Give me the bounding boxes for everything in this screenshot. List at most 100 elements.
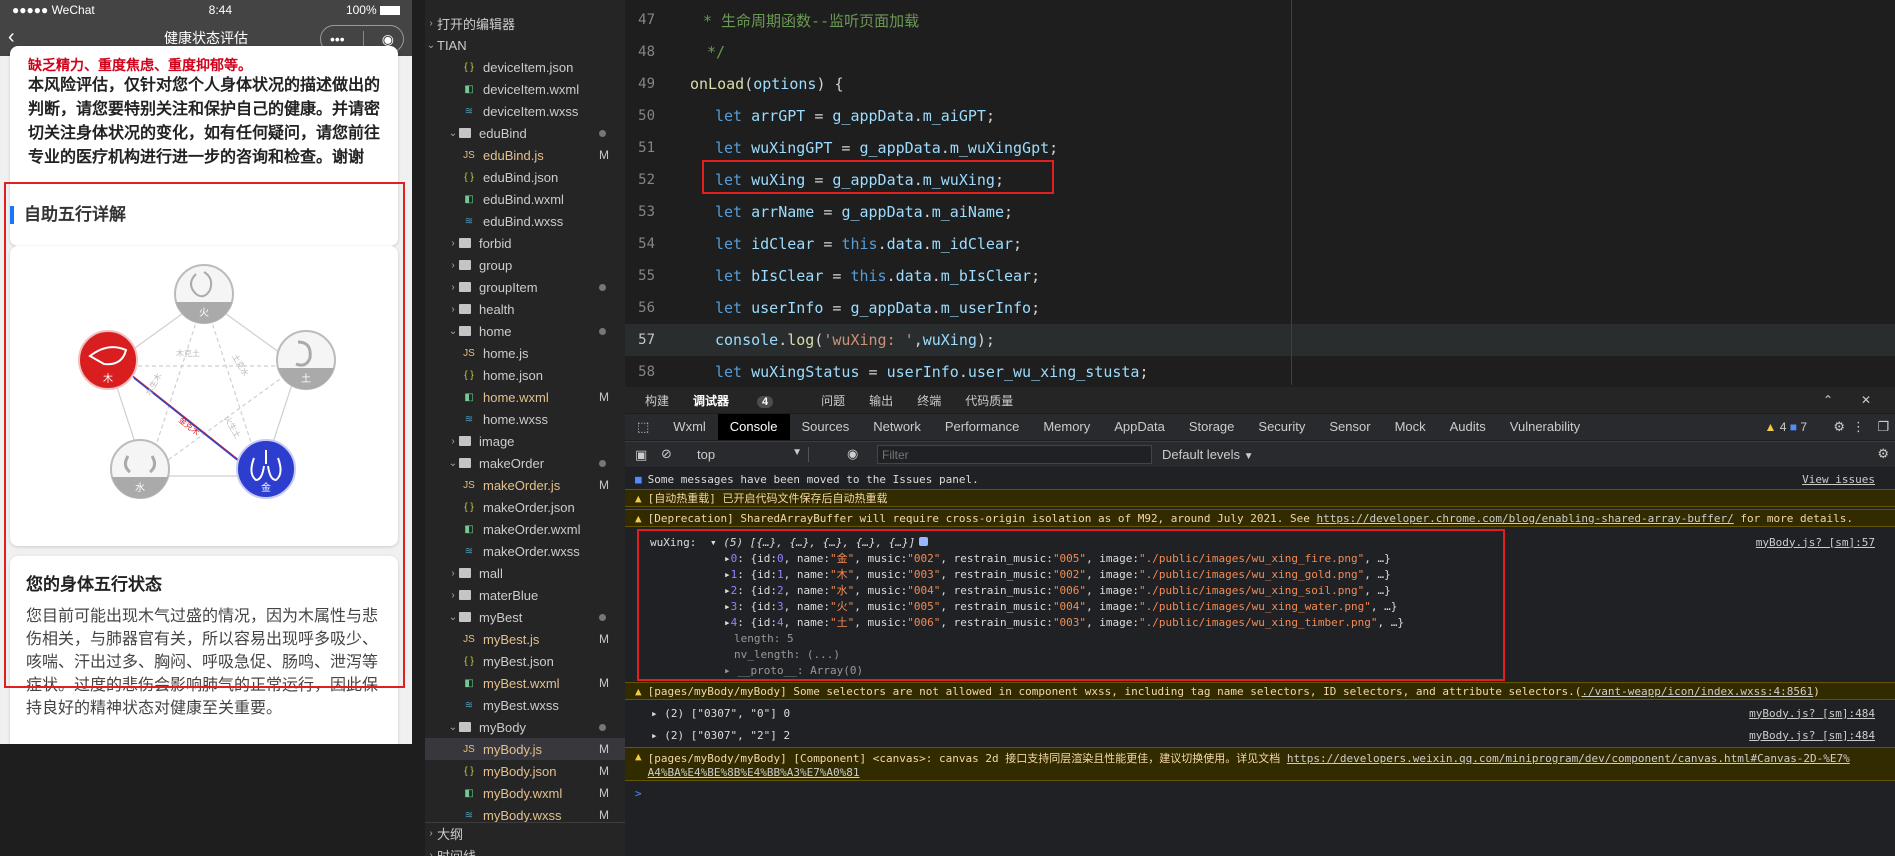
file-item[interactable]: { } myBest.json <box>425 650 625 672</box>
back-arrow-icon[interactable]: ‹ <box>8 26 15 49</box>
code-line[interactable]: 53 let arrName = g_appData.m_aiName; <box>625 196 1895 228</box>
file-item[interactable]: ◧ deviceItem.wxml <box>425 78 625 100</box>
code-line[interactable]: 56 let userInfo = g_appData.m_userInfo; <box>625 292 1895 324</box>
tab-performance[interactable]: Performance <box>933 414 1031 440</box>
open-editors-header[interactable]: › 打开的编辑器 <box>425 12 625 34</box>
changes-dot-icon <box>599 328 606 335</box>
file-item[interactable]: JS makeOrder.js M <box>425 474 625 496</box>
timeline-section[interactable]: › 时间线 <box>425 844 625 856</box>
workspace-root[interactable]: ⌄ TIAN <box>425 34 625 56</box>
tab-vulnerability[interactable]: Vulnerability <box>1498 414 1592 440</box>
tab-mock[interactable]: Mock <box>1383 414 1438 440</box>
folder-item[interactable]: › group <box>425 254 625 276</box>
settings-gear-icon[interactable]: ⚙ <box>1833 419 1845 435</box>
eye-icon[interactable]: ◉ <box>847 446 858 462</box>
code-line[interactable]: 54 let idClear = this.data.m_idClear; <box>625 228 1895 260</box>
code-line[interactable]: 55 let bIsClear = this.data.m_bIsClear; <box>625 260 1895 292</box>
file-item[interactable]: ◧ home.wxml M <box>425 386 625 408</box>
file-item[interactable]: ≋ makeOrder.wxss <box>425 540 625 562</box>
dock-icon[interactable]: ❐ <box>1877 419 1889 435</box>
folder-item[interactable]: › groupItem <box>425 276 625 298</box>
tab-audits[interactable]: Audits <box>1438 414 1498 440</box>
file-item[interactable]: ◧ eduBind.wxml <box>425 188 625 210</box>
file-item[interactable]: JS myBody.js M <box>425 738 625 760</box>
tab-problems[interactable]: 问题 <box>821 392 845 409</box>
console-prompt[interactable]: > <box>625 784 1895 802</box>
folder-item[interactable]: › mall <box>425 562 625 584</box>
code-line[interactable]: 57 console.log('wuXing: ',wuXing); <box>625 324 1895 356</box>
tab-console[interactable]: Console <box>717 414 790 440</box>
tab-terminal[interactable]: 终端 <box>917 392 941 409</box>
folder-item[interactable]: ⌄ myBody <box>425 716 625 738</box>
tab-build[interactable]: 构建 <box>645 392 669 409</box>
kebab-menu-icon[interactable]: ⋮ <box>1852 419 1865 435</box>
tab-sensor[interactable]: Sensor <box>1317 414 1382 440</box>
bottom-panel-tabs: 构建 调试器 4 问题 输出 终端 代码质量 ⌃ ✕ <box>625 387 1895 413</box>
folder-item[interactable]: ⌄ home <box>425 320 625 342</box>
code-line[interactable]: 48 */ <box>625 36 1895 68</box>
file-item[interactable]: ◧ myBody.wxml M <box>425 782 625 804</box>
wuxing-source-link[interactable]: myBody.js? [sm]:57 <box>1756 536 1875 549</box>
filter-input[interactable] <box>877 445 1152 464</box>
sidebar-toggle-icon[interactable]: ▣ <box>635 447 647 463</box>
file-item[interactable]: { } myBody.json M <box>425 760 625 782</box>
file-name: makeOrder.json <box>483 499 575 515</box>
console-settings-icon[interactable]: ⚙ <box>1877 446 1889 462</box>
log-source-link[interactable]: myBody.js? [sm]:484 <box>1749 729 1875 742</box>
selector-warning: ▲ [pages/myBody/myBody] Some selectors a… <box>625 682 1895 700</box>
file-item[interactable]: ≋ deviceItem.wxss <box>425 100 625 122</box>
file-item[interactable]: JS home.js <box>425 342 625 364</box>
context-select[interactable]: top ▼ <box>697 447 809 462</box>
tab-sources[interactable]: Sources <box>790 414 862 440</box>
folder-item[interactable]: ⌄ myBest <box>425 606 625 628</box>
selector-source-link[interactable]: ./vant-weapp/icon/index.wxss:4:8561 <box>1581 685 1813 698</box>
folder-item[interactable]: › health <box>425 298 625 320</box>
tab-network[interactable]: Network <box>861 414 933 440</box>
close-panel-icon[interactable]: ✕ <box>1861 393 1871 407</box>
inspect-element-icon[interactable]: ⬚ <box>625 414 661 440</box>
log-levels-select[interactable]: Default levels ▼ <box>1162 447 1254 462</box>
log-array-2[interactable]: ▸ (2) ["0307", "2"] 2 myBody.js? [sm]:48… <box>625 726 1895 744</box>
file-item[interactable]: ◧ makeOrder.wxml <box>425 518 625 540</box>
outline-section[interactable]: › 大纲 <box>425 822 625 844</box>
tab-storage[interactable]: Storage <box>1177 414 1247 440</box>
issue-counters[interactable]: ▲ 4 ■ 7 <box>1764 420 1807 434</box>
clear-console-icon[interactable]: ⊘ <box>661 446 672 462</box>
maximize-icon[interactable]: ⌃ <box>1823 393 1833 407</box>
folder-item[interactable]: › forbid <box>425 232 625 254</box>
folder-item[interactable]: › materBlue <box>425 584 625 606</box>
view-issues-link[interactable]: View issues <box>1802 473 1875 486</box>
code-line[interactable]: 50 let arrGPT = g_appData.m_aiGPT; <box>625 100 1895 132</box>
deprecation-link[interactable]: https://developer.chrome.com/blog/enabli… <box>1317 512 1734 525</box>
code-line[interactable]: 58 let wuXingStatus = userInfo.user_wu_xi… <box>625 356 1895 385</box>
dropdown-arrow-icon: ▼ <box>792 447 802 458</box>
tab-wxml[interactable]: Wxml <box>661 414 718 440</box>
canvas-doc-link[interactable]: https://developers.weixin.qq.com/minipro… <box>1287 752 1850 765</box>
folder-item[interactable]: ⌄ eduBind <box>425 122 625 144</box>
file-item[interactable]: { } home.json <box>425 364 625 386</box>
canvas-doc-link-cont[interactable]: A4%BA%E4%BE%8B%E4%BB%A3%E7%A0%81 <box>648 766 860 779</box>
tab-debugger[interactable]: 调试器 4 <box>693 392 797 409</box>
tab-code-quality[interactable]: 代码质量 <box>965 392 1013 409</box>
folder-item[interactable]: ⌄ makeOrder <box>425 452 625 474</box>
tab-security[interactable]: Security <box>1246 414 1317 440</box>
log-array-1[interactable]: ▸ (2) ["0307", "0"] 0 myBody.js? [sm]:48… <box>625 704 1895 722</box>
file-item[interactable]: ≋ home.wxss <box>425 408 625 430</box>
file-item[interactable]: ≋ eduBind.wxss <box>425 210 625 232</box>
code-line[interactable]: 47 * 生命周期函数--监听页面加载 <box>625 4 1895 36</box>
log-source-link[interactable]: myBody.js? [sm]:484 <box>1749 707 1875 720</box>
tab-output[interactable]: 输出 <box>869 392 893 409</box>
file-item[interactable]: { } deviceItem.json <box>425 56 625 78</box>
code-line[interactable]: 49 onLoad(options) { <box>625 68 1895 100</box>
tab-memory[interactable]: Memory <box>1031 414 1102 440</box>
file-item[interactable]: { } makeOrder.json <box>425 496 625 518</box>
tab-appdata[interactable]: AppData <box>1102 414 1177 440</box>
file-item[interactable]: ◧ myBest.wxml M <box>425 672 625 694</box>
more-icon[interactable]: ••• <box>330 31 345 47</box>
file-item[interactable]: JS eduBind.js M <box>425 144 625 166</box>
file-item[interactable]: { } eduBind.json <box>425 166 625 188</box>
folder-item[interactable]: › image <box>425 430 625 452</box>
file-item[interactable]: ≋ myBest.wxss <box>425 694 625 716</box>
close-circle-icon[interactable]: ◉ <box>382 31 394 48</box>
file-item[interactable]: JS myBest.js M <box>425 628 625 650</box>
